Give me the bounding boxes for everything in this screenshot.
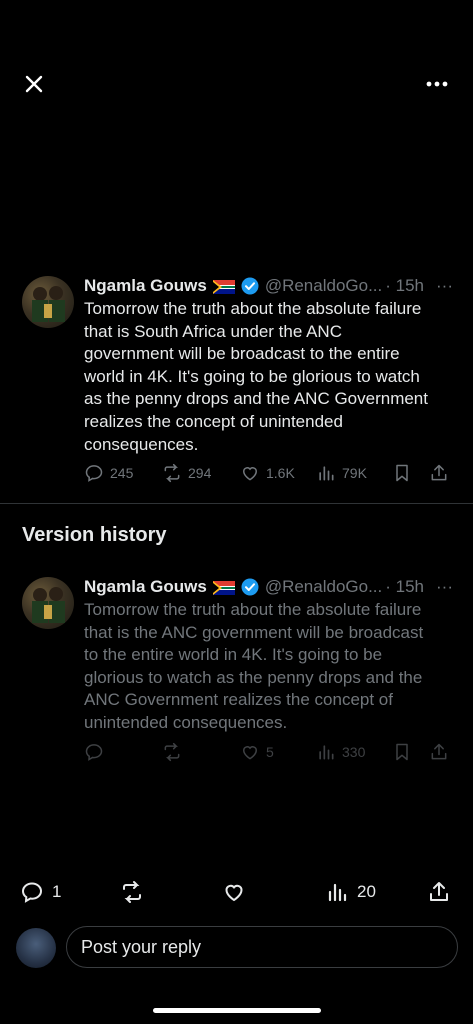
tweet-text-line: unintended consequences. [84,712,288,732]
author-name[interactable]: Ngamla Gouws [84,577,207,597]
repost-icon [123,881,141,903]
repost-icon [164,742,180,762]
divider [0,503,473,504]
share-icon [430,882,448,901]
tweet-text-line: that is South Africa under the ANC [84,321,342,341]
views-count: 330 [342,744,366,760]
share-icon [431,743,447,760]
repost-button[interactable]: 294 [162,463,211,483]
views-button[interactable]: 20 [325,880,376,904]
like-count: 5 [266,744,274,760]
repost-button[interactable] [162,742,182,762]
bookmark-button[interactable] [392,742,412,762]
tweet-more-icon[interactable]: ··· [436,577,453,597]
avatar[interactable] [22,577,74,629]
tweet-text-line: glorious to watch as the penny drops and… [84,667,423,687]
author-name[interactable]: Ngamla Gouws [84,276,207,296]
user-avatar[interactable] [16,928,56,968]
version-history-title: Version history [22,524,167,546]
south-africa-flag-icon [212,580,235,595]
tweet-text-line: ANC Government realizes the concept of [84,690,393,710]
heart-icon [242,467,258,481]
reply-button[interactable]: 1 [20,880,61,904]
tweet-text-line: Tomorrow the truth about the absolute fa… [84,299,422,318]
tweet-text-line: Tomorrow the truth about the absolute fa… [84,600,422,619]
bookmark-button[interactable] [392,463,412,483]
avatar[interactable] [22,276,74,328]
share-button[interactable] [429,742,449,762]
reply-button[interactable]: 245 [84,463,133,483]
author-handle[interactable]: @RenaldoGo... [265,577,382,597]
share-button[interactable] [429,463,449,483]
reply-icon [85,465,103,482]
views-count: 20 [357,882,376,901]
views-button[interactable]: 330 [316,742,365,762]
reply-composer: Post your reply [0,926,473,970]
south-africa-flag-icon [212,279,235,294]
bookmark-icon [396,743,408,761]
views-button[interactable]: 79K [316,463,367,483]
tweet-text-line: that is the ANC government will be broad… [84,622,424,642]
reply-icon [21,882,43,903]
views-bar-chart-icon [319,466,334,481]
tweet-text-line: consequences. [84,434,199,454]
repost-icon [164,463,180,483]
top-bar [0,62,473,106]
tweet-text-line: world in 4K. It's going to be glorious t… [84,366,420,386]
home-indicator[interactable] [153,1008,321,1013]
views-bar-chart-icon [328,883,347,902]
repost-button[interactable] [120,880,144,904]
post-time: · 15h [385,577,424,596]
post-time: · 15h [385,276,424,295]
share-button[interactable] [427,880,451,904]
heart-icon [242,746,258,760]
heart-icon [225,884,243,902]
verified-badge-icon [241,277,259,295]
tweet-text-line: government will be broadcast to the enti… [84,344,400,364]
close-icon[interactable] [20,70,48,98]
reply-icon [85,744,103,761]
tweet-actions: 245 294 1.6K 79K [84,461,454,485]
like-count: 1.6K [266,465,295,481]
tweet-text-line: realizes the concept of unintended [84,411,343,431]
tweet-text-line: as the penny drops and the ANC Governmen… [84,389,428,409]
reply-count: 245 [110,465,134,481]
like-button[interactable]: 1.6K [240,463,295,483]
author-handle[interactable]: @RenaldoGo... [265,276,382,296]
repost-count: 294 [188,465,212,481]
bottom-action-bar: 1 20 [0,868,473,918]
share-icon [431,464,447,481]
tweet-actions: 5 330 [84,740,454,764]
bookmark-icon [396,464,408,482]
tweet-text: Tomorrow the truth about the absolute fa… [84,298,454,456]
verified-badge-icon [241,578,259,596]
reply-input[interactable]: Post your reply [66,926,458,968]
tweet-text-line: to the entire world in 4K. It's going to… [84,645,383,665]
reply-button[interactable] [84,742,104,762]
more-horizontal-icon[interactable] [423,70,451,98]
views-bar-chart-icon [319,745,334,760]
reply-count: 1 [52,882,62,901]
views-count: 79K [342,465,367,481]
like-button[interactable] [222,880,246,904]
tweet-more-icon[interactable]: ··· [436,276,453,296]
like-button[interactable]: 5 [240,742,274,762]
tweet-text: Tomorrow the truth about the absolute fa… [84,599,454,735]
